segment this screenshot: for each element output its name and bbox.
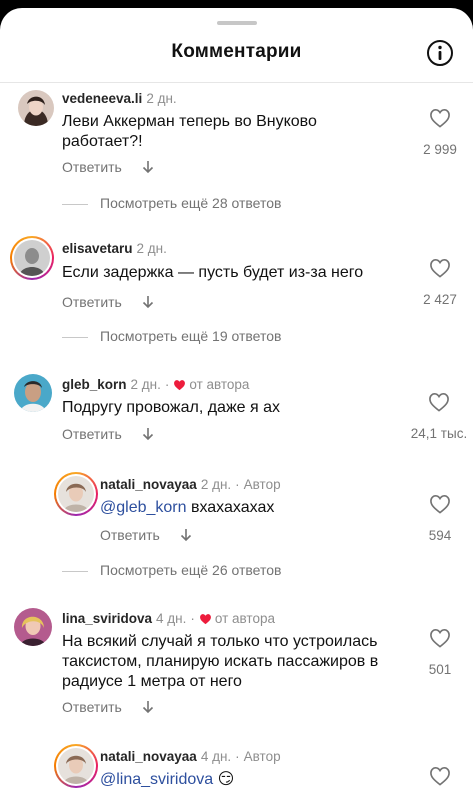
reply-row: Ответить bbox=[100, 527, 192, 543]
avatar[interactable] bbox=[14, 240, 50, 276]
comment-text-rest: вхахахахах bbox=[186, 499, 275, 516]
comment-meta: lina_sviridova 4 дн. · от автора bbox=[62, 611, 275, 626]
comment-time: 2 дн. bbox=[200, 477, 232, 492]
comment-username[interactable]: lina_sviridova bbox=[62, 611, 152, 626]
comment-text-line: На всякий случай я только что устроилась bbox=[62, 633, 378, 650]
arrow-down-icon[interactable] bbox=[142, 295, 154, 309]
comment-text-line: Подругу провожал, даже я ах bbox=[62, 399, 280, 416]
reply-button[interactable]: Ответить bbox=[62, 159, 122, 175]
comment-time: 2 дн. bbox=[136, 241, 167, 256]
like-column: 14 bbox=[410, 766, 470, 800]
avatar[interactable] bbox=[58, 748, 94, 784]
comment-username[interactable]: natali_novayaa bbox=[100, 749, 197, 764]
like-column: 501 bbox=[410, 628, 470, 677]
divider-line bbox=[62, 570, 88, 572]
story-ring[interactable] bbox=[54, 472, 98, 516]
comment-meta: natali_novayaa 4 дн. · Автор bbox=[100, 749, 281, 764]
view-replies[interactable]: Посмотреть ещё 28 ответов bbox=[62, 195, 281, 211]
reply-row: Ответить bbox=[62, 699, 154, 715]
comment-username[interactable]: gleb_korn bbox=[62, 377, 127, 392]
comment-text: На всякий случай я только что устроилась… bbox=[62, 632, 378, 692]
heart-outline-icon[interactable] bbox=[428, 392, 450, 412]
like-column: 594 bbox=[410, 494, 470, 543]
reply-row: Ответить bbox=[62, 294, 154, 310]
comment-time: 2 дн. bbox=[130, 377, 161, 392]
like-count: 2 999 bbox=[423, 142, 457, 157]
comment-text-line: работает?! bbox=[62, 133, 143, 150]
author-badge: Автор bbox=[243, 477, 281, 492]
liked-by-author-label: от автора bbox=[214, 611, 275, 626]
info-icon[interactable] bbox=[426, 39, 454, 67]
divider-line bbox=[62, 203, 88, 205]
comment-text-line: Если задержка — пусть будет из-за него bbox=[62, 264, 364, 281]
comment-time: 2 дн. bbox=[146, 91, 177, 106]
reply-button[interactable]: Ответить bbox=[100, 527, 160, 543]
comment-username[interactable]: natali_novayaa bbox=[100, 477, 197, 492]
comment-text-rest: 😏 bbox=[213, 771, 235, 788]
heart-outline-icon[interactable] bbox=[429, 766, 451, 786]
view-replies[interactable]: Посмотреть ещё 26 ответов bbox=[62, 562, 281, 578]
heart-outline-icon[interactable] bbox=[429, 258, 451, 278]
like-column: 2 427 bbox=[410, 258, 470, 307]
like-count: 2 427 bbox=[423, 292, 457, 307]
story-ring[interactable] bbox=[10, 236, 54, 280]
comments-sheet: Комментарии vedeneeva.li 2 дн. Леви Аккер… bbox=[0, 8, 473, 800]
comment-text-line: радиусе 1 метра от него bbox=[62, 673, 242, 690]
comment-meta: vedeneeva.li 2 дн. bbox=[62, 91, 177, 106]
author-badge: Автор bbox=[243, 749, 281, 764]
arrow-down-icon[interactable] bbox=[142, 427, 154, 441]
story-ring[interactable] bbox=[54, 744, 98, 788]
arrow-down-icon[interactable] bbox=[142, 160, 154, 174]
comment-text-line: Леви Аккерман теперь во Внуково bbox=[62, 113, 317, 130]
view-replies-label[interactable]: Посмотреть ещё 26 ответов bbox=[100, 562, 281, 578]
comment-meta: natali_novayaa 2 дн. · Автор bbox=[100, 477, 281, 492]
reply-row: Ответить bbox=[62, 426, 154, 442]
view-replies-label[interactable]: Посмотреть ещё 28 ответов bbox=[100, 195, 281, 211]
like-count: 501 bbox=[428, 662, 452, 677]
comment-time: 4 дн. bbox=[156, 611, 187, 626]
arrow-down-icon[interactable] bbox=[180, 528, 192, 542]
comment-text-line: таксистом, планирую искать пассажиров в bbox=[62, 653, 379, 670]
view-replies-label[interactable]: Посмотреть ещё 19 ответов bbox=[100, 328, 281, 344]
comment-text: Если задержка — пусть будет из-за него bbox=[62, 263, 363, 283]
comment-text: Леви Аккерман теперь во Внуково работает… bbox=[62, 112, 317, 152]
comment-meta: gleb_korn 2 дн. · от автора bbox=[62, 377, 250, 392]
reply-row: Ответить bbox=[62, 159, 154, 175]
comment-username[interactable]: vedeneeva.li bbox=[62, 91, 142, 106]
comment-time: 4 дн. bbox=[200, 749, 232, 764]
reply-button[interactable]: Ответить bbox=[62, 426, 122, 442]
comment-username[interactable]: elisavetaru bbox=[62, 241, 133, 256]
heart-outline-icon[interactable] bbox=[429, 108, 451, 128]
reply-button[interactable]: Ответить bbox=[62, 699, 122, 715]
avatar[interactable] bbox=[58, 476, 94, 512]
arrow-down-icon[interactable] bbox=[142, 700, 154, 714]
mention-link[interactable]: @lina_sviridova bbox=[100, 771, 213, 788]
like-count: 594 bbox=[428, 528, 452, 543]
like-count: 24,1 тыс. bbox=[410, 426, 468, 441]
comment-text: @gleb_korn вхахахахах bbox=[100, 498, 274, 518]
comment-text: @lina_sviridova 😏 bbox=[100, 770, 234, 790]
view-replies[interactable]: Посмотреть ещё 19 ответов bbox=[62, 328, 281, 344]
avatar[interactable] bbox=[14, 608, 52, 646]
like-column: 24,1 тыс. bbox=[406, 392, 472, 441]
avatar[interactable] bbox=[14, 374, 52, 412]
sheet-grabber[interactable] bbox=[217, 21, 257, 25]
comment-meta: elisavetaru 2 дн. bbox=[62, 241, 167, 256]
heart-outline-icon[interactable] bbox=[429, 494, 451, 514]
heart-filled-icon bbox=[174, 380, 186, 391]
avatar[interactable] bbox=[18, 90, 54, 126]
heart-outline-icon[interactable] bbox=[429, 628, 451, 648]
reply-button[interactable]: Ответить bbox=[62, 294, 122, 310]
mention-link[interactable]: @gleb_korn bbox=[100, 499, 187, 516]
comment-text: Подругу провожал, даже я ах bbox=[62, 398, 280, 418]
header-divider bbox=[0, 82, 473, 83]
like-column: 2 999 bbox=[410, 108, 470, 157]
heart-filled-icon bbox=[199, 614, 211, 625]
page-title: Комментарии bbox=[171, 41, 302, 62]
divider-line bbox=[62, 336, 88, 338]
liked-by-author-label: от автора bbox=[189, 377, 250, 392]
